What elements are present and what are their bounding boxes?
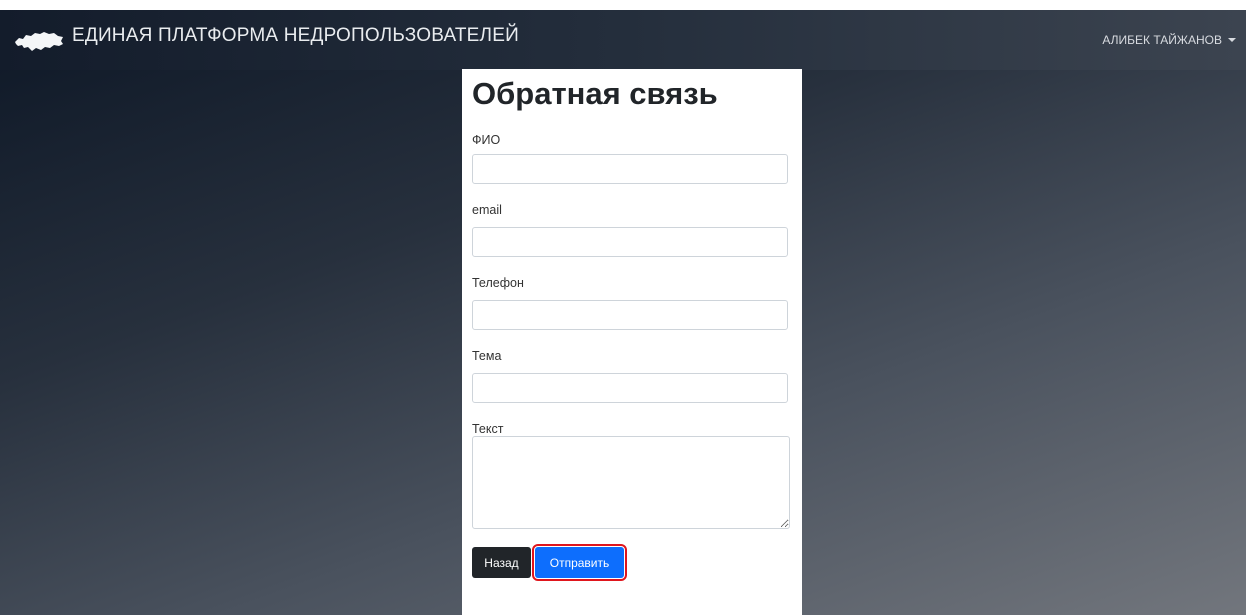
user-name[interactable]: АЛИБЕК ТАЙЖАНОВ <box>1102 33 1222 47</box>
page-title: Обратная связь <box>472 76 718 111</box>
text-textarea[interactable] <box>472 436 790 529</box>
phone-label: Телефон <box>472 276 524 290</box>
phone-input[interactable] <box>472 300 788 330</box>
app-title[interactable]: ЕДИНАЯ ПЛАТФОРМА НЕДРОПОЛЬЗОВАТЕЛЕЙ <box>72 25 519 47</box>
subject-label: Тема <box>472 349 502 363</box>
kazakhstan-map-icon[interactable] <box>14 30 64 52</box>
back-button[interactable]: Назад <box>472 547 531 578</box>
top-navbar: ЕДИНАЯ ПЛАТФОРМА НЕДРОПОЛЬЗОВАТЕЛЕЙ АЛИБ… <box>0 10 1246 70</box>
fio-input[interactable] <box>472 154 788 184</box>
text-label: Текст <box>472 422 504 436</box>
page-background: ЕДИНАЯ ПЛАТФОРМА НЕДРОПОЛЬЗОВАТЕЛЕЙ АЛИБ… <box>0 10 1246 615</box>
subject-input[interactable] <box>472 373 788 403</box>
feedback-form-card: Обратная связь ФИО email Телефон Тема Те… <box>462 69 802 615</box>
email-input[interactable] <box>472 227 788 257</box>
user-menu-dropdown[interactable]: АЛИБЕК ТАЙЖАНОВ <box>1102 33 1236 47</box>
chevron-down-icon <box>1228 38 1236 42</box>
fio-label: ФИО <box>472 133 501 147</box>
submit-button[interactable]: Отправить <box>532 544 627 581</box>
email-label: email <box>472 203 502 217</box>
